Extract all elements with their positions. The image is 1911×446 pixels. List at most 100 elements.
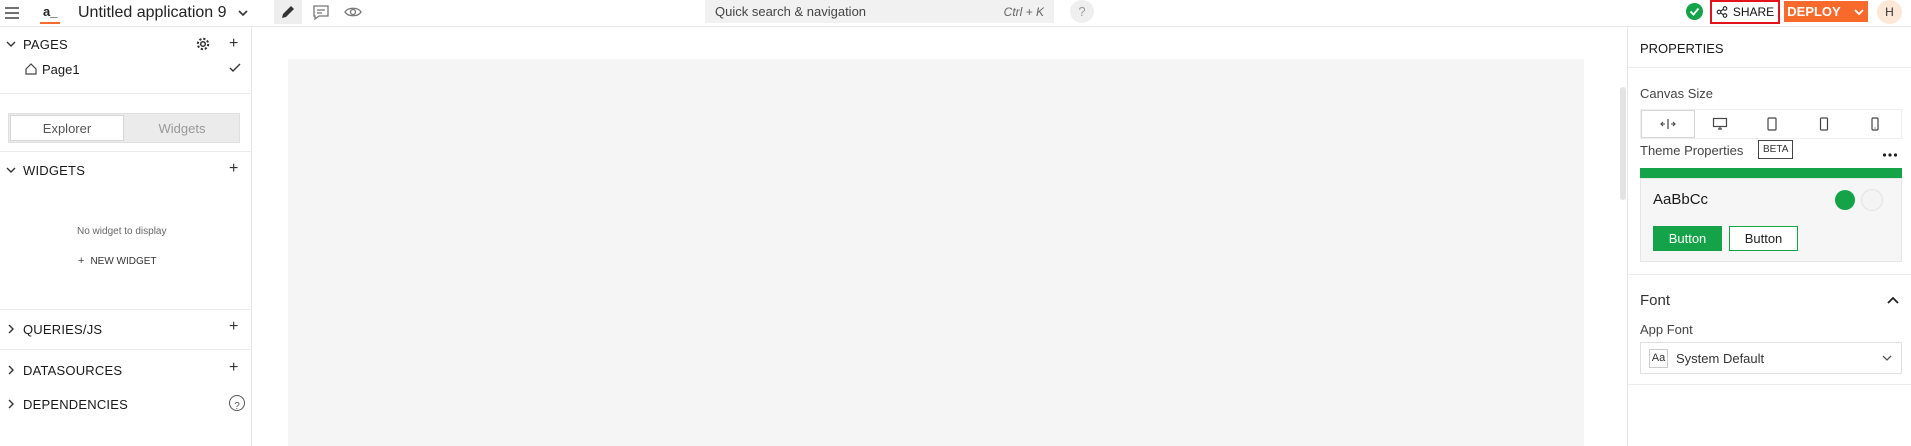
chevron-down-icon[interactable] bbox=[5, 164, 17, 176]
mobile-icon bbox=[1871, 117, 1879, 131]
beta-badge-label: BETA bbox=[1763, 144, 1789, 155]
chevron-down-icon bbox=[1882, 355, 1892, 361]
deploy-button[interactable]: DEPLOY bbox=[1784, 1, 1868, 22]
logo-text: a_ bbox=[43, 4, 58, 19]
app-font-select[interactable]: Aa System Default bbox=[1640, 342, 1902, 374]
search-bar[interactable]: Quick search & navigation Ctrl + K bbox=[705, 0, 1054, 23]
more-options-icon[interactable] bbox=[1882, 145, 1898, 157]
page-name: Page1 bbox=[42, 61, 80, 77]
help-circle-icon[interactable]: ? bbox=[229, 395, 245, 412]
chevron-right-icon[interactable] bbox=[5, 398, 17, 410]
share-label: SHARE bbox=[1732, 5, 1775, 19]
canvas-scrollbar[interactable] bbox=[1620, 87, 1626, 200]
tab-widgets[interactable]: Widgets bbox=[126, 115, 238, 141]
chevron-down-icon bbox=[237, 7, 249, 19]
divider bbox=[1628, 67, 1911, 68]
help-button[interactable]: ? bbox=[1070, 0, 1094, 23]
app-canvas[interactable] bbox=[288, 59, 1584, 446]
primary-button-sample: Button bbox=[1653, 226, 1722, 251]
divider bbox=[0, 151, 252, 152]
add-datasource-icon[interactable]: + bbox=[229, 360, 238, 376]
new-widget-label: NEW WIDGET bbox=[90, 255, 157, 267]
primary-color-swatch bbox=[1835, 190, 1855, 210]
secondary-button-sample: Button bbox=[1729, 226, 1798, 251]
font-icon-text: Aa bbox=[1651, 352, 1666, 364]
search-placeholder: Quick search & navigation bbox=[715, 4, 867, 19]
dependencies-title: DEPENDENCIES bbox=[23, 397, 128, 412]
add-page-icon[interactable]: + bbox=[229, 36, 238, 52]
explorer-widgets-tabs: Explorer Widgets bbox=[8, 113, 240, 143]
deploy-label: DEPLOY bbox=[1787, 4, 1841, 19]
theme-accent-bar bbox=[1640, 168, 1902, 178]
canvas-area bbox=[252, 27, 1627, 446]
primary-button-label: Button bbox=[1668, 231, 1707, 246]
divider bbox=[0, 93, 252, 94]
edit-mode-button[interactable] bbox=[274, 0, 302, 24]
app-name: Untitled application 9 bbox=[78, 4, 227, 21]
home-icon bbox=[25, 63, 37, 75]
comment-icon[interactable] bbox=[312, 3, 330, 21]
theme-preview-card[interactable]: AaBbCc Button Button bbox=[1640, 178, 1902, 262]
gear-icon[interactable] bbox=[195, 36, 211, 52]
page-item-page1[interactable]: Page1 bbox=[0, 56, 252, 82]
widgets-title: WIDGETS bbox=[23, 163, 86, 178]
tab-widgets-label: Widgets bbox=[158, 120, 206, 136]
app-name-dropdown[interactable]: Untitled application 9 bbox=[78, 3, 249, 23]
datasources-title: DATASOURCES bbox=[23, 363, 123, 378]
tab-explorer[interactable]: Explorer bbox=[10, 115, 124, 141]
secondary-button-label: Button bbox=[1744, 231, 1783, 246]
chevron-right-icon[interactable] bbox=[5, 364, 17, 376]
font-icon: Aa bbox=[1649, 348, 1668, 368]
explorer-sidebar: PAGES + Page1 Explorer Widgets WIDGETS +… bbox=[0, 27, 252, 446]
mobile-option[interactable] bbox=[1849, 110, 1901, 138]
fluid-width-icon bbox=[1660, 119, 1676, 129]
search-shortcut: Ctrl + K bbox=[1003, 4, 1044, 19]
tablet-icon bbox=[1819, 117, 1828, 131]
desktop-icon bbox=[1713, 117, 1728, 130]
divider bbox=[0, 309, 252, 310]
divider bbox=[1628, 384, 1911, 385]
plus-icon: + bbox=[78, 255, 85, 267]
avatar-initial: H bbox=[1885, 5, 1894, 19]
share-icon bbox=[1716, 6, 1728, 18]
chevron-up-icon[interactable] bbox=[1886, 295, 1900, 305]
no-widget-message: No widget to display bbox=[77, 226, 167, 237]
user-avatar[interactable]: H bbox=[1877, 0, 1902, 24]
add-query-icon[interactable]: + bbox=[229, 319, 238, 335]
new-widget-button[interactable]: + NEW WIDGET bbox=[78, 255, 157, 267]
beta-badge: BETA bbox=[1758, 140, 1794, 159]
canvas-size-label: Canvas Size bbox=[1640, 86, 1713, 101]
status-ok-icon bbox=[1686, 3, 1703, 20]
properties-title: PROPERTIES bbox=[1640, 41, 1724, 56]
font-section-title: Font bbox=[1640, 292, 1671, 309]
secondary-color-swatch bbox=[1861, 189, 1883, 211]
dependencies-help-label: ? bbox=[234, 401, 240, 412]
properties-panel: PROPERTIES Canvas Size Theme Properties … bbox=[1627, 27, 1911, 446]
divider bbox=[1628, 274, 1911, 275]
canvas-size-selector bbox=[1640, 109, 1902, 139]
pencil-icon bbox=[282, 6, 294, 18]
app-font-value: System Default bbox=[1676, 350, 1765, 366]
app-font-label: App Font bbox=[1640, 322, 1693, 337]
chevron-down-icon bbox=[1854, 8, 1864, 15]
tablet-icon bbox=[1767, 117, 1777, 131]
chevron-down-icon[interactable] bbox=[5, 38, 17, 50]
fluid-width-option[interactable] bbox=[1641, 110, 1695, 138]
preview-eye-icon[interactable] bbox=[344, 4, 362, 20]
tablet-landscape-option[interactable] bbox=[1746, 110, 1798, 138]
chevron-right-icon[interactable] bbox=[5, 323, 17, 335]
app-logo[interactable]: a_ bbox=[40, 2, 60, 24]
top-bar: a_ Untitled application 9 Quick search &… bbox=[0, 0, 1911, 27]
check-icon bbox=[229, 63, 241, 72]
theme-sample-text: AaBbCc bbox=[1653, 191, 1709, 208]
pages-title: PAGES bbox=[23, 37, 68, 52]
hamburger-menu-icon[interactable] bbox=[4, 5, 20, 21]
queries-title: QUERIES/JS bbox=[23, 322, 103, 337]
add-widget-icon[interactable]: + bbox=[229, 161, 238, 177]
tab-explorer-label: Explorer bbox=[42, 120, 92, 136]
desktop-option[interactable] bbox=[1695, 110, 1747, 138]
tablet-option[interactable] bbox=[1798, 110, 1850, 138]
share-button[interactable]: SHARE bbox=[1710, 0, 1780, 24]
help-label: ? bbox=[1078, 4, 1086, 19]
divider bbox=[0, 349, 252, 350]
